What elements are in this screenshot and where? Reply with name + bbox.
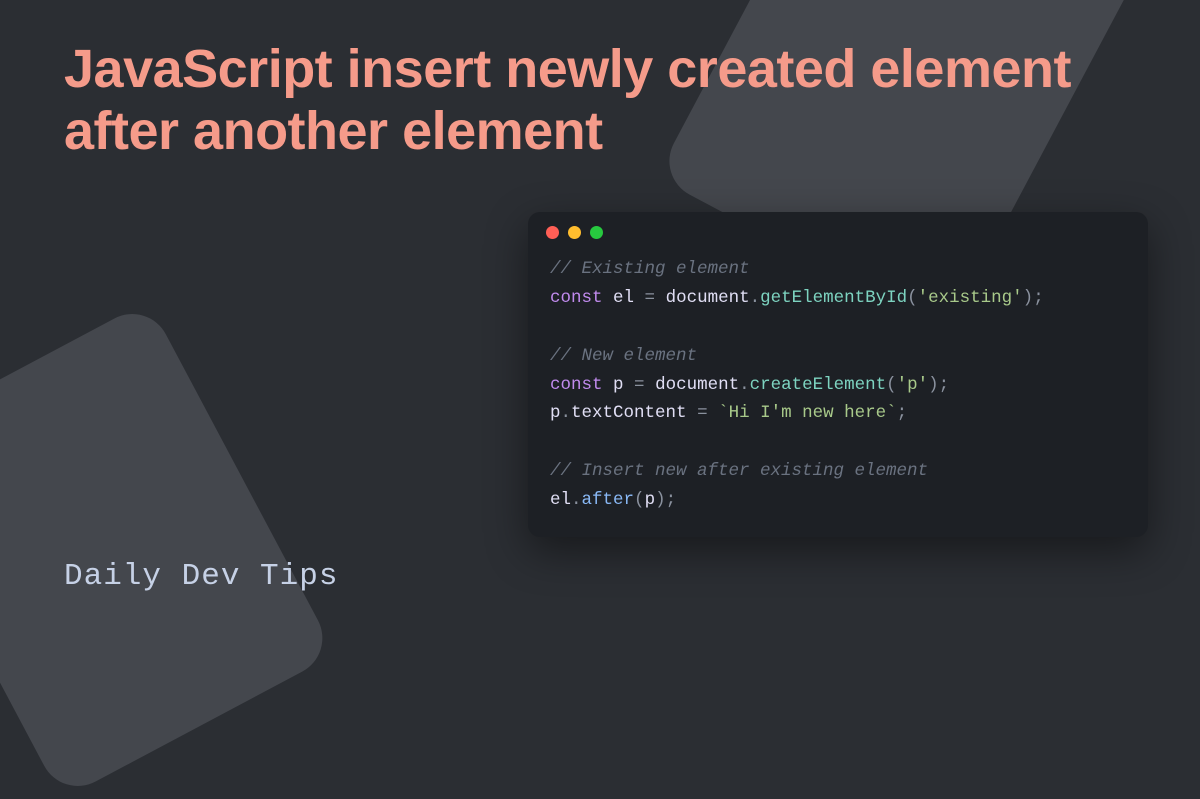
code-comment: // Insert new after existing element — [550, 461, 928, 481]
window-controls — [528, 212, 1148, 249]
code-dot: . — [561, 403, 572, 423]
code-op: = — [687, 403, 719, 423]
code-string: `Hi I'm new here` — [718, 403, 897, 423]
code-paren: ( — [886, 375, 897, 395]
code-comment: // Existing element — [550, 259, 750, 279]
close-icon — [546, 226, 559, 239]
code-op: = — [634, 288, 666, 308]
code-string: 'existing' — [918, 288, 1023, 308]
code-var: p — [613, 375, 624, 395]
code-keyword: const — [550, 288, 603, 308]
code-string: 'p' — [897, 375, 929, 395]
code-obj: document — [655, 375, 739, 395]
background-shape-left — [0, 301, 336, 799]
code-method: after — [582, 490, 635, 510]
code-dot: . — [750, 288, 761, 308]
page-title: JavaScript insert newly created element … — [64, 38, 1160, 162]
code-method: getElementById — [760, 288, 907, 308]
code-var: el — [550, 490, 571, 510]
code-semi: ; — [666, 490, 677, 510]
code-keyword: const — [550, 375, 603, 395]
code-prop: textContent — [571, 403, 687, 423]
code-obj: document — [666, 288, 750, 308]
code-block: // Existing element const el = document.… — [528, 249, 1148, 515]
code-var: el — [613, 288, 634, 308]
code-paren: ) — [1023, 288, 1034, 308]
code-method: createElement — [750, 375, 887, 395]
code-paren: ( — [634, 490, 645, 510]
code-semi: ; — [897, 403, 908, 423]
maximize-icon — [590, 226, 603, 239]
code-paren: ( — [907, 288, 918, 308]
code-var: p — [645, 490, 656, 510]
code-semi: ; — [1033, 288, 1044, 308]
code-var: p — [550, 403, 561, 423]
code-op: = — [624, 375, 656, 395]
code-dot: . — [571, 490, 582, 510]
code-comment: // New element — [550, 346, 697, 366]
code-semi: ; — [939, 375, 950, 395]
code-paren: ) — [655, 490, 666, 510]
code-dot: . — [739, 375, 750, 395]
minimize-icon — [568, 226, 581, 239]
code-window: // Existing element const el = document.… — [528, 212, 1148, 537]
code-paren: ) — [928, 375, 939, 395]
brand-footer: Daily Dev Tips — [64, 559, 338, 594]
